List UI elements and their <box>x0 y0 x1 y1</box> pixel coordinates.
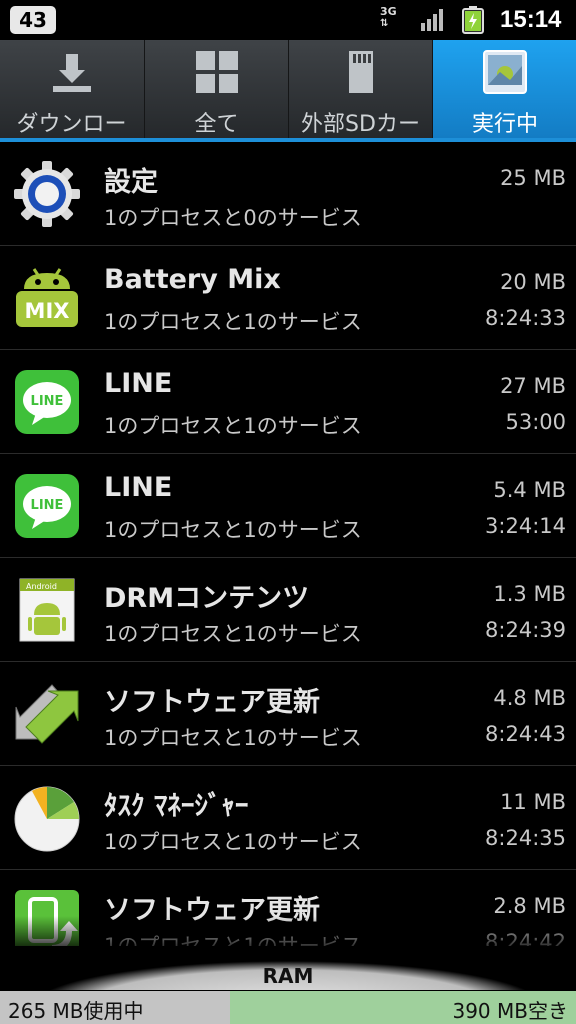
tab-label: ダウンロー <box>16 112 127 137</box>
ram-free-text: 390 MB空き <box>452 999 568 1023</box>
svg-text:LINE: LINE <box>31 498 64 513</box>
app-name: ﾀｽｸ ﾏﾈｰｼﾞｬｰ <box>104 791 249 822</box>
list-item[interactable]: ソフトウェア更新 1のプロセスと1のサービス 2.8 MB 8:24:42 <box>0 870 576 946</box>
tab-external-sd[interactable]: 外部SDカー <box>288 40 432 138</box>
ram-used-text: 265 MB使用中 <box>8 999 144 1023</box>
signal-icon <box>421 9 443 31</box>
ram-used-segment: 265 MB使用中 <box>0 991 230 1024</box>
process-summary: 1のプロセスと1のサービス <box>104 830 362 854</box>
list-item[interactable]: Android DRMコンテンツ 1のプロセスと1のサービス 1.3 MB 8:… <box>0 558 576 662</box>
app-name: Battery Mix <box>104 264 281 295</box>
line-icon: LINE <box>15 370 79 434</box>
ram-usage-bar: 265 MB使用中 390 MB空き <box>0 991 576 1024</box>
app-filter-tabs: ダウンロー 全て 外部SDカー 実行中 <box>0 40 576 142</box>
tab-running[interactable]: 実行中 <box>432 40 576 138</box>
list-item[interactable]: LINE LINE 1のプロセスと1のサービス 27 MB 53:00 <box>0 350 576 454</box>
running-time: 3:24:14 <box>485 514 566 538</box>
running-time: 8:24:39 <box>485 618 566 642</box>
list-item[interactable]: MIX Battery Mix 1のプロセスと1のサービス 20 MB 8:24… <box>0 246 576 350</box>
line-icon: LINE <box>15 474 79 538</box>
app-name: LINE <box>104 368 173 399</box>
memory-size: 27 MB <box>500 374 566 398</box>
process-summary: 1のプロセスと1のサービス <box>104 310 362 334</box>
software-update-arrows-icon <box>15 684 79 744</box>
settings-gear-icon <box>14 161 80 227</box>
process-summary: 1のプロセスと1のサービス <box>104 518 362 542</box>
memory-size: 25 MB <box>500 166 566 190</box>
memory-size: 5.4 MB <box>493 478 566 502</box>
memory-size: 2.8 MB <box>493 894 566 918</box>
process-summary: 1のプロセスと1のサービス <box>104 726 362 750</box>
android-drm-icon: Android <box>19 578 75 642</box>
ram-label: RAM <box>262 964 314 988</box>
notification-count-badge[interactable]: 43 <box>10 6 56 34</box>
memory-size: 11 MB <box>500 790 566 814</box>
sd-card-icon <box>348 51 373 93</box>
list-item[interactable]: ﾀｽｸ ﾏﾈｰｼﾞｬｰ 1のプロセスと1のサービス 11 MB 8:24:35 <box>0 766 576 870</box>
running-time: 8:24:35 <box>485 826 566 850</box>
network-type-indicator: 3G ⇅ <box>380 5 397 29</box>
app-name: LINE <box>104 472 173 503</box>
network-label: 3G <box>380 5 397 18</box>
tab-label: 外部SDカー <box>301 112 420 137</box>
running-apps-list: 設定 1のプロセスと0のサービス 25 MB MIX Battery Mix 1… <box>0 142 576 946</box>
svg-text:MIX: MIX <box>25 299 70 323</box>
tab-label: 全て <box>194 112 239 137</box>
app-name: 設定 <box>104 167 158 198</box>
process-summary: 1のプロセスと0のサービス <box>104 206 362 230</box>
list-item[interactable]: ソフトウェア更新 1のプロセスと1のサービス 4.8 MB 8:24:43 <box>0 662 576 766</box>
ram-usage-panel: RAM 265 MB使用中 390 MB空き <box>0 946 576 1024</box>
clock: 15:14 <box>500 6 562 33</box>
list-item[interactable]: 設定 1のプロセスと0のサービス 25 MB <box>0 142 576 246</box>
running-apps-icon <box>483 50 527 94</box>
running-time: 8:24:42 <box>485 930 566 946</box>
tab-all[interactable]: 全て <box>144 40 288 138</box>
software-update-device-icon <box>15 890 79 946</box>
svg-text:LINE: LINE <box>31 394 64 409</box>
tab-downloads[interactable]: ダウンロー <box>0 40 143 138</box>
running-time: 8:24:33 <box>485 306 566 330</box>
ram-free-segment: 390 MB空き <box>230 991 576 1024</box>
process-summary: 1のプロセスと1のサービス <box>104 622 362 646</box>
memory-size: 1.3 MB <box>493 582 566 606</box>
running-time: 53:00 <box>505 410 566 434</box>
memory-size: 4.8 MB <box>493 686 566 710</box>
ram-tab: RAM <box>0 946 576 990</box>
battery-mix-icon: MIX <box>16 268 78 327</box>
tab-label: 実行中 <box>471 112 538 137</box>
battery-charging-icon <box>462 6 484 34</box>
process-summary: 1のプロセスと1のサービス <box>104 934 362 946</box>
svg-text:Android: Android <box>26 582 57 591</box>
app-name: ソフトウェア更新 <box>104 687 320 718</box>
task-manager-pie-icon <box>14 786 80 852</box>
app-name: ソフトウェア更新 <box>104 895 320 926</box>
process-summary: 1のプロセスと1のサービス <box>104 414 362 438</box>
download-icon <box>52 54 91 92</box>
grid-icon <box>195 51 238 93</box>
memory-size: 20 MB <box>500 270 566 294</box>
list-item[interactable]: LINE LINE 1のプロセスと1のサービス 5.4 MB 3:24:14 <box>0 454 576 558</box>
running-time: 8:24:43 <box>485 722 566 746</box>
app-name: DRMコンテンツ <box>104 583 310 614</box>
status-bar: 43 3G ⇅ 15:14 <box>0 0 576 40</box>
